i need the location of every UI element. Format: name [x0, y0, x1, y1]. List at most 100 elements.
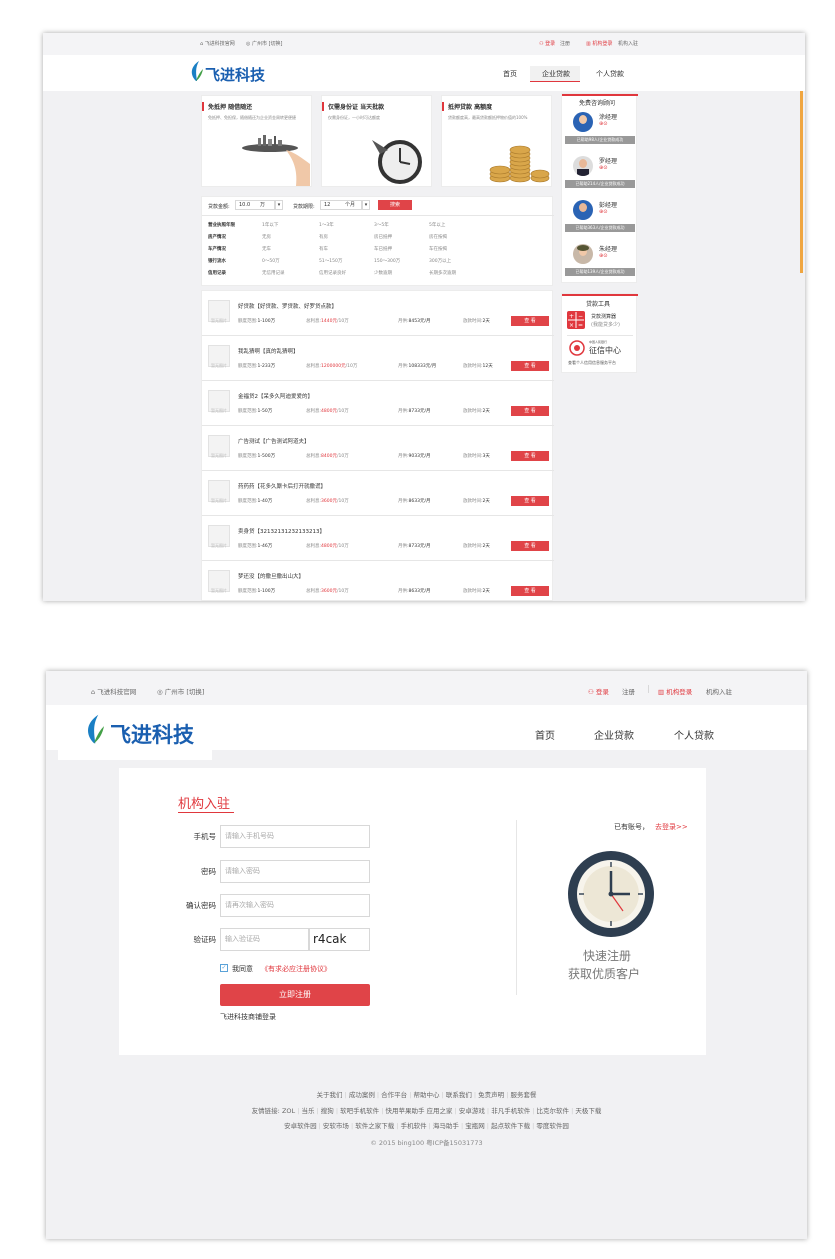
login-text[interactable]: 登录: [545, 41, 555, 47]
friend-link[interactable]: 安卓游戏: [459, 1107, 485, 1115]
friend-link[interactable]: 起点软件下载: [491, 1122, 530, 1130]
loan-name[interactable]: 卖身贷【32132131232133213】: [238, 527, 325, 535]
loan-item[interactable]: 暂无图片 金福贷2【呆多久阿迪爱爱的】 额度范围:1-50万 总利息:4800元…: [202, 381, 554, 426]
go-login-link[interactable]: 去登录>>: [655, 822, 688, 832]
footer-link[interactable]: 免责声明: [478, 1091, 504, 1099]
org-login-link[interactable]: ▥ 机构登录: [658, 686, 692, 696]
loan-item[interactable]: 暂无图片 广告测试【广告测试阿道夫】 额度范围:1-500万 总利息:8400元…: [202, 426, 554, 471]
merchant-login-link[interactable]: 飞进科技商铺登录: [220, 1012, 276, 1022]
friend-link[interactable]: 软吧手机软件: [340, 1107, 379, 1115]
feature-card-unsecured[interactable]: 免抵押 随借随还 免抵押、免担保，随借随还为企业资金周转更便捷: [201, 95, 312, 187]
city-switch[interactable]: [切换]: [269, 41, 283, 47]
login-link[interactable]: ⚇ 登录: [539, 40, 555, 47]
nav-personal-loan[interactable]: 个人贷款: [596, 69, 624, 79]
register-link[interactable]: 注册: [622, 686, 635, 696]
friend-link[interactable]: 非凡手机软件: [491, 1107, 530, 1115]
phone-input[interactable]: 请输入手机号码: [220, 825, 370, 848]
city-selector[interactable]: ◎ 广州市 [切换]: [246, 40, 282, 47]
friend-link[interactable]: 宝瓶网: [465, 1122, 485, 1130]
term-input[interactable]: 12 个月: [320, 200, 362, 210]
friend-link[interactable]: 零度软件园: [536, 1122, 569, 1130]
filter-option[interactable]: 车在按揭: [429, 246, 447, 252]
friend-link[interactable]: 天极下载: [575, 1107, 601, 1115]
friend-link[interactable]: 手机软件: [401, 1122, 427, 1130]
footer-link[interactable]: 服务套餐: [510, 1091, 536, 1099]
loan-name[interactable]: 广告测试【广告测试阿道夫】: [238, 437, 310, 445]
friend-link[interactable]: 比克尔软件: [537, 1107, 570, 1115]
filter-option[interactable]: 有车: [319, 246, 328, 252]
city-selector[interactable]: ◎ 广州市 [切换]: [157, 686, 204, 696]
nav-personal-loan[interactable]: 个人贷款: [674, 727, 714, 742]
filter-option[interactable]: 无车: [262, 246, 271, 252]
org-join-link[interactable]: 机构入驻: [706, 686, 732, 696]
view-button[interactable]: 查 看: [511, 496, 549, 506]
org-join-link[interactable]: 机构入驻: [618, 40, 638, 47]
term-dropdown-icon[interactable]: ▾: [362, 200, 370, 210]
footer-link[interactable]: 合作平台: [381, 1091, 407, 1099]
advisor-card[interactable]: 彭经理 ⊕⊙ 已帮助363人/企业贷款成功: [565, 196, 635, 238]
advisor-card[interactable]: 朱经理 ⊕⊙ 已帮助139人/企业贷款成功: [565, 240, 635, 282]
nav-home[interactable]: 首页: [535, 727, 555, 742]
friend-link[interactable]: 当乐: [301, 1107, 314, 1115]
filter-option[interactable]: 0～50万: [262, 258, 280, 264]
loan-name[interactable]: 药药药【花多久厮卡后打开就撒谎】: [238, 482, 326, 490]
loan-item[interactable]: 暂无图片 药药药【花多久厮卡后打开就撒谎】 额度范围:1-40万 总利息:360…: [202, 471, 554, 516]
search-button[interactable]: 搜索: [378, 200, 412, 210]
filter-option[interactable]: 长期多次逾期: [429, 270, 456, 276]
password-input[interactable]: 请输入密码: [220, 860, 370, 883]
loan-name[interactable]: 梦还没【的撒旦撒出山大】: [238, 572, 304, 580]
site-link[interactable]: ⌂ 飞进科技官网: [200, 40, 235, 47]
loan-calculator[interactable]: + − × = 贷款测算器 (我能贷多少): [567, 311, 633, 331]
advisor-card[interactable]: 罗经理 ⊕⊙ 已帮助214人/企业贷款成功: [565, 152, 635, 194]
loan-name[interactable]: 好贷款【好贷款、罗贷款、好罗贷点款】: [238, 302, 337, 310]
loan-item[interactable]: 暂无图片 梦还没【的撒旦撒出山大】 额度范围:1-100万 总利息:3600元/…: [202, 561, 554, 601]
advisor-contact-icons[interactable]: ⊕⊙: [599, 165, 607, 171]
filter-option[interactable]: 无信用记录: [262, 270, 285, 276]
filter-option[interactable]: 1年以下: [262, 222, 278, 228]
nav-enterprise-loan[interactable]: 企业贷款: [594, 727, 634, 742]
filter-option[interactable]: 房已抵押: [374, 234, 392, 240]
filter-option[interactable]: 房在按揭: [429, 234, 447, 240]
view-button[interactable]: 查 看: [511, 361, 549, 371]
friend-link[interactable]: 软件之家下载: [355, 1122, 394, 1130]
agree-checkbox[interactable]: ✓: [220, 964, 228, 972]
friend-link[interactable]: 快用苹果助手 应用之家: [385, 1107, 452, 1115]
footer-link[interactable]: 成功案例: [349, 1091, 375, 1099]
confirm-password-input[interactable]: 请再次输入密码: [220, 894, 370, 917]
loan-item[interactable]: 暂无图片 卖身贷【32132131232133213】 额度范围:1-46万 总…: [202, 516, 554, 561]
site-link[interactable]: ⌂ 飞进科技官网: [91, 686, 136, 696]
agreement-link[interactable]: 《有求必应注册协议》: [261, 964, 331, 974]
loan-name[interactable]: 金福贷2【呆多久阿迪爱爱的】: [238, 392, 313, 400]
org-login-link[interactable]: ▥ 机构登录: [586, 40, 612, 47]
amount-input[interactable]: 10.0 万: [235, 200, 275, 210]
advisor-contact-icons[interactable]: ⊕⊙: [599, 253, 607, 259]
footer-link[interactable]: 帮助中心: [414, 1091, 440, 1099]
feature-card-mortgage[interactable]: 抵押贷款 高额度 贷款额度高，最高贷款额抵押物价值的100%: [441, 95, 552, 187]
submit-register-button[interactable]: 立即注册: [220, 984, 370, 1006]
captcha-input[interactable]: 输入验证码: [220, 928, 309, 951]
filter-option[interactable]: 车已抵押: [374, 246, 392, 252]
view-button[interactable]: 查 看: [511, 541, 549, 551]
view-button[interactable]: 查 看: [511, 451, 549, 461]
org-login-text[interactable]: 机构登录: [592, 41, 612, 47]
city-switch[interactable]: [切换]: [186, 688, 204, 696]
advisor-contact-icons[interactable]: ⊕⊙: [599, 209, 607, 215]
advisor-contact-icons[interactable]: ⊕⊙: [599, 121, 607, 127]
view-button[interactable]: 查 看: [511, 316, 549, 326]
site-link-text[interactable]: 飞进科技官网: [97, 688, 136, 696]
view-button[interactable]: 查 看: [511, 406, 549, 416]
register-link[interactable]: 注册: [560, 40, 570, 47]
credit-center-link[interactable]: 中国人民银行 征信中心 查看个人信用信息服务平台: [567, 338, 633, 372]
filter-option[interactable]: 无房: [262, 234, 271, 240]
nav-home[interactable]: 首页: [503, 69, 517, 79]
filter-option[interactable]: 少数逾期: [374, 270, 392, 276]
login-link[interactable]: ⚇ 登录: [588, 686, 609, 696]
filter-option[interactable]: 1～3年: [319, 222, 334, 228]
site-link-text[interactable]: 飞进科技官网: [205, 41, 235, 47]
filter-option[interactable]: 150～300万: [374, 258, 400, 264]
amount-dropdown-icon[interactable]: ▾: [275, 200, 283, 210]
filter-option[interactable]: 有房: [319, 234, 328, 240]
advisor-card[interactable]: 涂经理 ⊕⊙ 已帮助98人/企业贷款成功: [565, 108, 635, 150]
footer-link[interactable]: 关于我们: [317, 1091, 343, 1099]
logo[interactable]: 飞进科技: [58, 705, 212, 760]
